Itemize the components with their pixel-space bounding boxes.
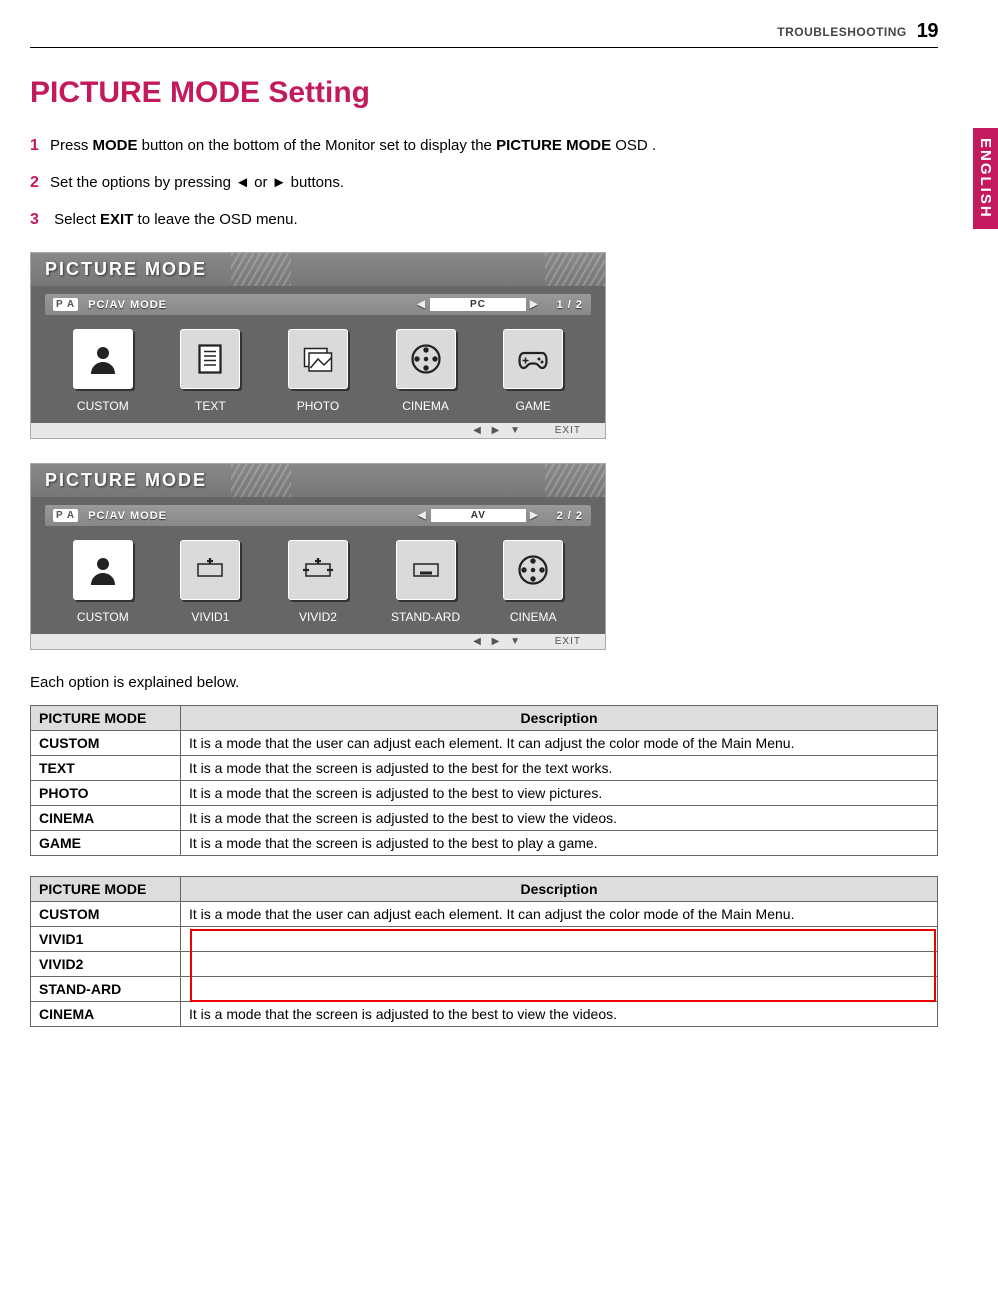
table-row: CINEMAIt is a mode that the screen is ad… [31,1002,938,1027]
left-arrow-icon: ◀ [418,510,427,521]
table-row: CUSTOMIt is a mode that the user can adj… [31,731,938,756]
mode-value: PC [430,298,526,311]
pcav-label: PC/AV MODE [88,299,167,311]
vivid1-icon [180,540,240,600]
table-row: VIVID1 [31,927,938,952]
table-row: CUSTOMIt is a mode that the user can adj… [31,902,938,927]
table-row: GAMEIt is a mode that the screen is adju… [31,831,938,856]
th-mode: PICTURE MODE [31,877,181,902]
osd-title: PICTURE MODE [31,253,605,286]
film-reel-icon [503,540,563,600]
option-standard: STAND-ARD [381,540,471,624]
nav-arrows: ◀ ▶ ▼ [473,425,524,436]
gamepad-icon [503,329,563,389]
osd-title: PICTURE MODE [31,464,605,497]
mode-value: AV [431,509,526,522]
option-cinema: CINEMA [488,540,578,624]
table-pc-modes: PICTURE MODEDescription CUSTOMIt is a mo… [30,705,938,856]
film-reel-icon [396,329,456,389]
person-icon [73,329,133,389]
th-mode: PICTURE MODE [31,706,181,731]
table-row: VIVID2 [31,952,938,977]
table-row: STAND-ARD [31,977,938,1002]
page-header: TROUBLESHOOTING 19 [30,20,938,48]
page-title: PICTURE MODE Setting [30,76,938,110]
step-3: Select EXIT to leave the OSD menu. [50,211,298,228]
table-row: TEXTIt is a mode that the screen is adju… [31,756,938,781]
desc-intro: Each option is explained below. [30,674,938,691]
step-1: Press MODE button on the bottom of the M… [50,137,656,154]
right-arrow-icon: ▶ [530,299,539,310]
right-arrow-icon: ▶ [530,510,539,521]
page-number: 19 [917,20,938,43]
option-vivid1: VIVID1 [165,540,255,624]
photo-icon [288,329,348,389]
option-text: TEXT [165,329,255,413]
option-vivid2: VIVID2 [273,540,363,624]
header-section: TROUBLESHOOTING [777,25,907,39]
vivid2-icon [288,540,348,600]
th-desc: Description [181,877,938,902]
exit-label: EXIT [555,636,581,647]
osd-footer: ◀ ▶ ▼ EXIT [31,423,605,438]
th-desc: Description [181,706,938,731]
table-row: CINEMAIt is a mode that the screen is ad… [31,806,938,831]
nav-arrows: ◀ ▶ ▼ [473,636,524,647]
option-cinema: CINEMA [381,329,471,413]
option-custom: CUSTOM [58,329,148,413]
option-custom: CUSTOM [58,540,148,624]
option-game: GAME [488,329,578,413]
option-photo: PHOTO [273,329,363,413]
steps: 1Press MODE button on the bottom of the … [30,132,938,234]
page-count: 1 / 2 [557,299,583,311]
osd-subheader: P A PC/AV MODE ◀ AV ▶ 2 / 2 [45,505,591,526]
table-av-modes: PICTURE MODEDescription CUSTOMIt is a mo… [30,876,938,1027]
osd-footer: ◀ ▶ ▼ EXIT [31,634,605,649]
osd-subheader: P A PC/AV MODE ◀ PC ▶ 1 / 2 [45,294,591,315]
osd-panel-av: PICTURE MODE P A PC/AV MODE ◀ AV ▶ 2 / 2… [30,463,606,650]
document-icon [180,329,240,389]
left-arrow-icon: ◀ [417,299,426,310]
osd-panel-pc: PICTURE MODE P A PC/AV MODE ◀ PC ▶ 1 / 2… [30,252,606,439]
standard-icon [396,540,456,600]
pcav-label: PC/AV MODE [88,510,167,522]
page-count: 2 / 2 [557,510,583,522]
pa-icon: P A [53,298,78,311]
person-icon [73,540,133,600]
step-2: Set the options by pressing ◄ or ► butto… [50,174,344,191]
pa-icon: P A [53,509,78,522]
exit-label: EXIT [555,425,581,436]
table-row: PHOTOIt is a mode that the screen is adj… [31,781,938,806]
language-tab: ENGLISH [973,128,998,229]
